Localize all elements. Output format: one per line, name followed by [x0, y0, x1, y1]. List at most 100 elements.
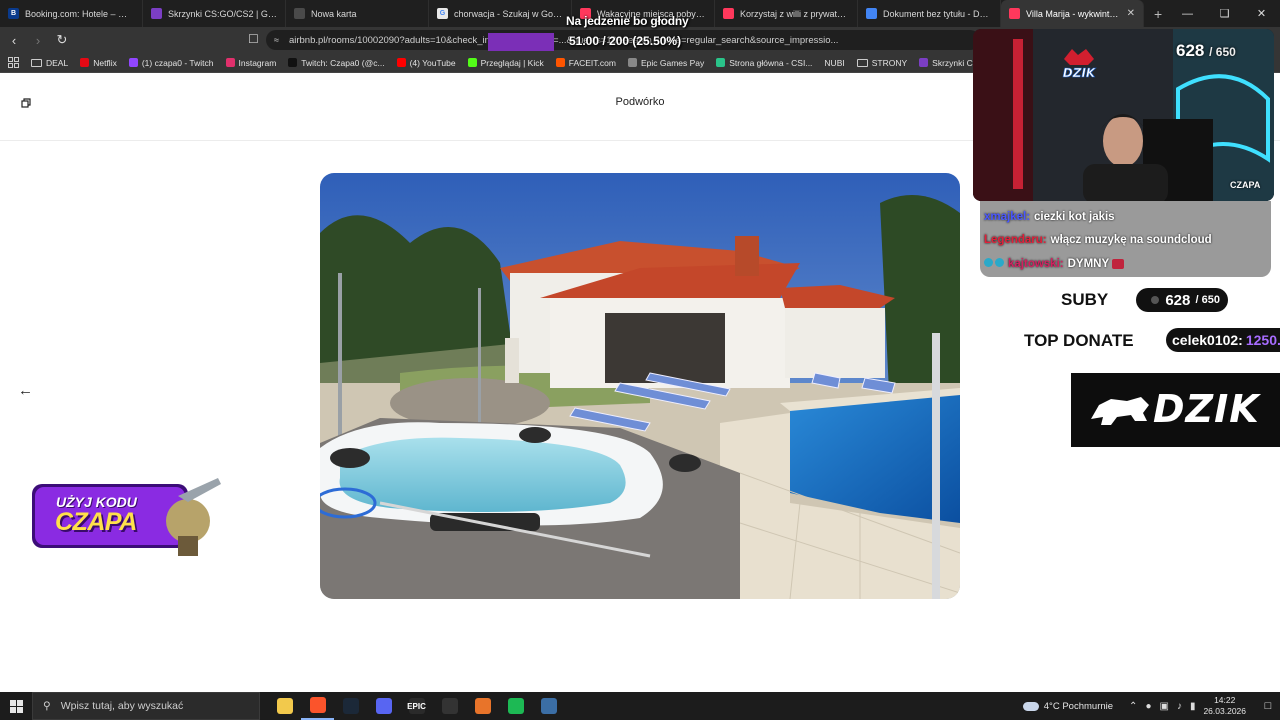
minimize-icon[interactable]: —	[1169, 0, 1206, 27]
maximize-icon[interactable]: ❑	[1206, 0, 1243, 27]
bookmark-item[interactable]: Epic Games Pay	[622, 58, 710, 68]
tab-favicon-icon	[294, 8, 305, 19]
tab-favicon-icon	[151, 8, 162, 19]
weather-text: 4°C Pochmurnie	[1043, 700, 1114, 712]
listing-photo[interactable]	[320, 173, 960, 599]
bookmark-item[interactable]: DEAL	[25, 58, 74, 68]
clock[interactable]: 14:22 26.03.2026	[1203, 695, 1246, 717]
site-info-icon[interactable]: ≈	[274, 35, 279, 45]
power-icon[interactable]: ▮	[1190, 701, 1196, 712]
network-icon[interactable]: ▣	[1159, 701, 1168, 712]
cam-streamer-name: CZAPA	[1230, 180, 1261, 190]
microphone-icon[interactable]: ●	[1145, 701, 1151, 712]
cam-sub-counter: 628 / 650	[1176, 41, 1236, 61]
windows-taskbar: ⚲ Wpisz tutaj, aby wyszukać EPIC 4°C Poc…	[0, 692, 1280, 720]
taskbar-app[interactable]	[499, 692, 532, 720]
bookmark-item[interactable]: Strona główna - CSI...	[710, 58, 818, 68]
taskbar-app[interactable]	[268, 692, 301, 720]
taskbar-app[interactable]	[367, 692, 400, 720]
search-icon: ⚲	[43, 700, 51, 712]
top-donate-user: celek0102:	[1172, 332, 1243, 348]
tab-favicon-icon: B	[8, 8, 19, 19]
url-text[interactable]: airbnb.pl/rooms/10002090?adults=10&check…	[289, 35, 839, 46]
promo-code-banner: UŻYJ KODU CZAPA	[28, 476, 224, 560]
bookmark-item[interactable]: Instagram	[220, 58, 283, 68]
chat-overlay: xmajkel: ciezki kot jakis Legendaru: włącz…	[980, 201, 1271, 277]
tab-favicon-icon: G	[437, 8, 448, 19]
tab-title: Dokument bez tytułu - Dokum	[883, 8, 992, 19]
reload-icon[interactable]: ↻	[52, 30, 72, 50]
taskbar-app[interactable]	[334, 692, 367, 720]
tab-favicon-icon	[723, 8, 734, 19]
previous-photo-arrow-icon[interactable]: ←	[18, 382, 33, 399]
chat-text: włącz muzykę na soundcloud	[1050, 234, 1212, 246]
taskbar-search[interactable]: ⚲ Wpisz tutaj, aby wyszukać	[32, 692, 260, 720]
bookmark-item[interactable]: Twitch: Czapa0 (@c...	[282, 58, 390, 68]
browser-tab[interactable]: Nowa karta	[286, 0, 429, 27]
chat-message: Legendaru: włącz muzykę na soundcloud	[984, 234, 1212, 246]
close-tab-icon[interactable]: ✕	[1127, 8, 1135, 19]
browser-tab[interactable]: Gchorwacja - Szukaj w Google	[429, 0, 572, 27]
tab-title: chorwacja - Szukaj w Google	[454, 8, 563, 19]
browser-tab[interactable]: Skrzynki CS:GO/CS2 | G4Skins	[143, 0, 286, 27]
bookmark-label: FACEIT.com	[568, 57, 616, 68]
clock-time: 14:22	[1214, 695, 1236, 705]
bookmark-item[interactable]: STRONY	[851, 58, 913, 68]
bookmark-favicon-icon	[919, 58, 929, 67]
back-icon[interactable]: ‹	[4, 30, 24, 50]
chat-text: DYMNY	[1067, 258, 1110, 270]
bookmark-label: Strona główna - CSI...	[729, 57, 813, 68]
app-orange-icon	[474, 698, 491, 714]
dzik-logo-text: DZIK	[1153, 387, 1260, 431]
bookmark-label: NUBI	[824, 57, 845, 68]
taskbar-app[interactable]	[466, 692, 499, 720]
bookmark-favicon-icon	[396, 58, 406, 67]
bookmark-item[interactable]: FACEIT.com	[550, 58, 622, 68]
top-donate-label: TOP DONATE	[1024, 331, 1134, 350]
taskbar-app[interactable]	[532, 692, 565, 720]
top-donate-amount: 1250.00	[1245, 332, 1280, 348]
bookmark-item[interactable]: (4) YouTube	[391, 58, 462, 68]
bookmark-item[interactable]: Przeglądaj | Kick	[462, 58, 550, 68]
bookmark-item[interactable]: (1) czapa0 - Twitch	[123, 58, 220, 68]
browser-tab[interactable]: B Booking.com: Hotele – Makarska	[0, 0, 143, 27]
browser-tab[interactable]: Dokument bez tytułu - Dokum	[858, 0, 1001, 27]
start-menu-icon[interactable]	[0, 692, 32, 720]
apps-grid-icon[interactable]	[8, 57, 19, 68]
epic-games-icon: EPIC	[407, 698, 426, 714]
stream-goal-progress: 51.00 / 200 (25.50%)	[569, 34, 682, 48]
spotify-icon	[507, 698, 524, 714]
subs-icon	[1151, 296, 1160, 304]
taskbar-app[interactable]	[301, 692, 334, 720]
file-explorer-icon	[276, 698, 293, 714]
bookmark-item[interactable]: NUBI	[818, 58, 850, 68]
bookmark-icon[interactable]: ☐	[248, 32, 259, 46]
taskbar-app[interactable]: EPIC	[400, 692, 433, 720]
villa-pool-photo	[320, 173, 960, 599]
close-window-icon[interactable]: ✕	[1243, 0, 1280, 27]
notifications-icon[interactable]: □	[1256, 692, 1280, 720]
bookmark-label: Przeglądaj | Kick	[480, 57, 544, 68]
tab-favicon-icon	[1009, 8, 1020, 19]
new-tab-button[interactable]: +	[1144, 6, 1172, 22]
bookmark-favicon-icon	[80, 58, 90, 67]
weather-widget[interactable]: 4°C Pochmurnie	[1022, 700, 1114, 712]
bookmark-item[interactable]: Netflix	[74, 58, 123, 68]
cloud-icon	[1022, 701, 1039, 711]
browser-tab[interactable]: Villa Marija - wykwintny d ✕	[1001, 0, 1144, 27]
chevron-up-icon[interactable]: ⌃	[1129, 701, 1137, 712]
forward-icon[interactable]: ›	[28, 30, 48, 50]
clock-date: 26.03.2026	[1203, 706, 1246, 716]
chat-message: kajtowski: DYMNY	[984, 258, 1125, 270]
speaker-icon[interactable]: ♪	[1177, 701, 1182, 712]
taskbar-app[interactable]	[433, 692, 466, 720]
subs-total: / 650	[1195, 294, 1220, 306]
boar-icon	[1091, 397, 1149, 425]
chat-badges-icon	[984, 258, 1008, 270]
brave-icon	[309, 697, 326, 713]
dzik-badge-text: DZIK	[1063, 66, 1097, 80]
bookmark-label: DEAL	[46, 57, 69, 68]
subs-counter: 628 / 650	[1136, 288, 1228, 312]
browser-tab[interactable]: Korzystaj z willi z prywatnym b	[715, 0, 858, 27]
bookmark-favicon-icon	[716, 58, 726, 67]
